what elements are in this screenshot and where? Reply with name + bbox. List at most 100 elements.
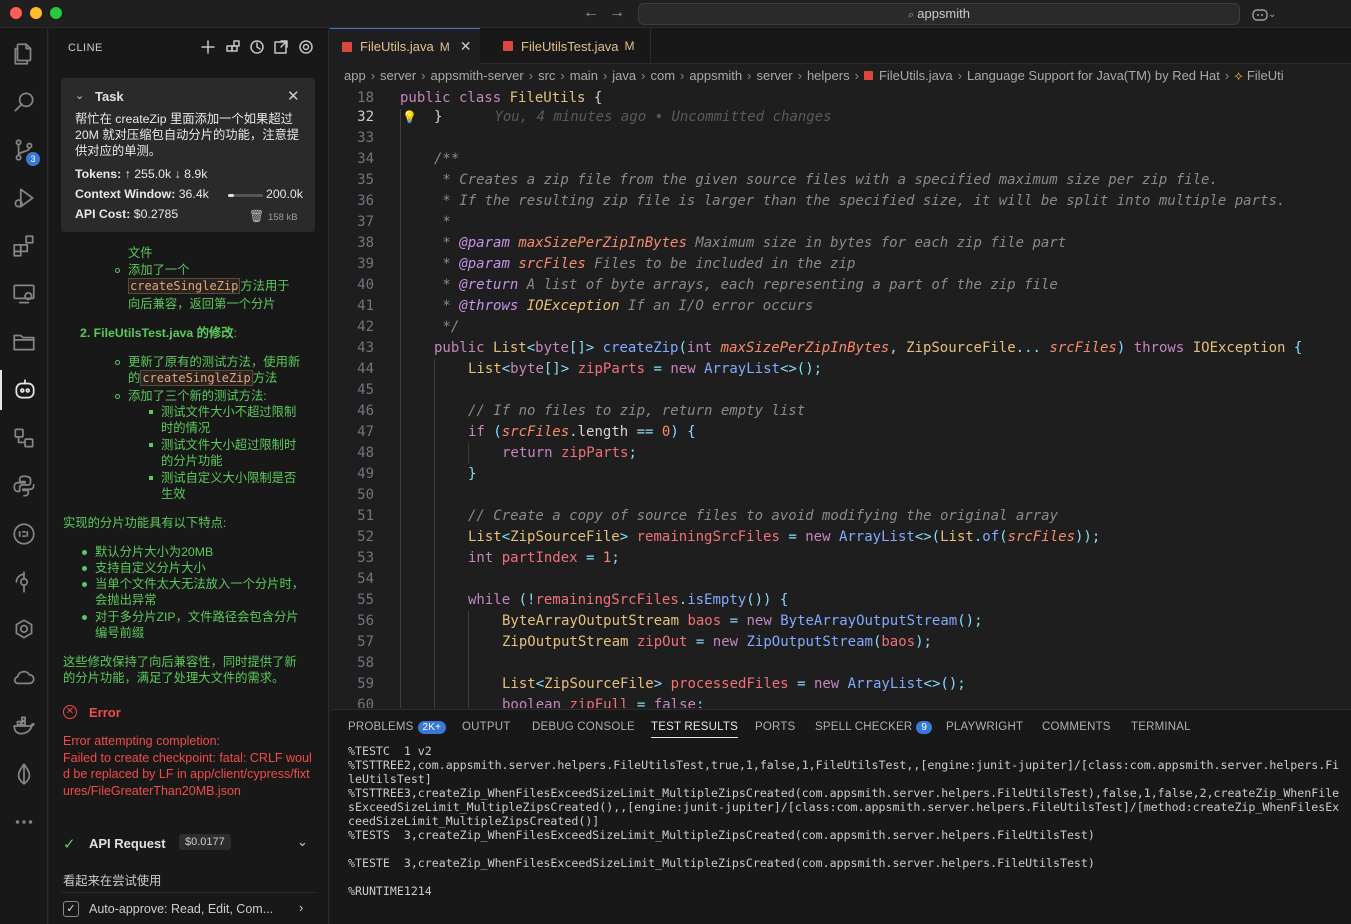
command-center-search[interactable]: ⌕ appsmith: [638, 3, 1240, 25]
tab-spell-checker[interactable]: SPELL CHECKER9: [815, 721, 932, 734]
breadcrumb-item[interactable]: main: [570, 68, 598, 83]
test-results-output[interactable]: %TESTC 1 v2 %TSTTREE2,com.appsmith.serve…: [348, 744, 1343, 898]
modified-indicator: M: [625, 39, 635, 53]
extensions-icon[interactable]: [0, 226, 48, 266]
history-icon[interactable]: [248, 38, 268, 58]
api-request-label[interactable]: API Request: [89, 836, 166, 851]
code-line: 33: [330, 128, 1351, 149]
forward-arrow-icon[interactable]: →: [607, 4, 627, 22]
source-control-icon[interactable]: 3: [0, 130, 48, 170]
new-task-icon[interactable]: [199, 38, 219, 58]
breadcrumb-item[interactable]: app: [344, 68, 366, 83]
chat-heading: 2. FileUtilsTest.java 的修改:: [80, 325, 237, 341]
copilot-icon[interactable]: ⌄: [1252, 5, 1282, 23]
tab-output[interactable]: OUTPUT: [462, 721, 510, 733]
json-icon[interactable]: [0, 514, 48, 554]
code-line: 54: [330, 569, 1351, 590]
task-description: 帮忙在 createZip 里面添加一个如果超过20M 就对压缩包自动分片的功能…: [75, 111, 309, 159]
tab-fileutilstest[interactable]: FileUtilsTest.java M: [481, 28, 651, 64]
tab-test-results[interactable]: TEST RESULTS: [651, 721, 738, 738]
breadcrumb-item[interactable]: helpers: [807, 68, 850, 83]
breadcrumb-item[interactable]: src: [538, 68, 555, 83]
trash-icon[interactable]: 🗑: [249, 209, 264, 223]
breadcrumb-item[interactable]: com: [650, 68, 675, 83]
mongodb-icon[interactable]: [0, 754, 48, 794]
task-card: ⌄ Task ✕ 帮忙在 createZip 里面添加一个如果超过20M 就对压…: [61, 78, 315, 232]
auto-approve-checkbox[interactable]: ✓: [63, 901, 79, 917]
tab-ports[interactable]: PORTS: [755, 721, 795, 733]
code-editor[interactable]: 18public class FileUtils { 32💡}You, 4 mi…: [330, 88, 1351, 708]
chat-text: 会抛出异常: [95, 592, 157, 608]
more-icon[interactable]: [0, 802, 48, 842]
checkmark-icon: ✓: [63, 835, 76, 853]
run-debug-icon[interactable]: [0, 178, 48, 218]
scm-count-badge: 3: [26, 152, 40, 166]
code-line: 59List<ZipSourceFile> processedFiles = n…: [330, 674, 1351, 695]
bottom-panel: PROBLEMS2K+ OUTPUT DEBUG CONSOLE TEST RE…: [330, 709, 1351, 924]
tab-comments[interactable]: COMMENTS: [1042, 721, 1111, 733]
breadcrumb-item[interactable]: appsmith: [689, 68, 742, 83]
chat-text: createSingleZip方法用于: [128, 278, 290, 294]
java-file-icon: [864, 71, 873, 80]
explorer-icon[interactable]: [0, 34, 48, 74]
code-line: 49}: [330, 464, 1351, 485]
remote-explorer-icon[interactable]: [0, 274, 48, 314]
code-line: 45: [330, 380, 1351, 401]
auto-approve-bar[interactable]: ✓ Auto-approve: Read, Edit, Com... ›: [61, 892, 317, 922]
kubernetes-icon[interactable]: [0, 610, 48, 650]
tab-label: FileUtilsTest.java: [521, 39, 619, 54]
code-line: 41 * @throws IOException If an I/O error…: [330, 296, 1351, 317]
code-line: 56ByteArrayOutputStream baos = new ByteA…: [330, 611, 1351, 632]
tab-fileutils[interactable]: FileUtils.java M ✕: [330, 28, 480, 64]
popout-icon[interactable]: [272, 38, 292, 58]
maximize-window-button[interactable]: [50, 7, 62, 19]
code-line: 32💡}You, 4 minutes ago • Uncommitted cha…: [330, 107, 1351, 128]
code-line: 48return zipParts;: [330, 443, 1351, 464]
close-window-button[interactable]: [10, 7, 22, 19]
docker-icon[interactable]: [0, 706, 48, 746]
breadcrumb-item[interactable]: FileUti: [1247, 68, 1284, 83]
task-title: Task: [95, 89, 124, 104]
code-line: 47if (srcFiles.length == 0) {: [330, 422, 1351, 443]
close-icon[interactable]: ✕: [287, 87, 300, 105]
tab-debug-console[interactable]: DEBUG CONSOLE: [532, 721, 635, 733]
search-icon[interactable]: [0, 82, 48, 122]
git-graph-icon[interactable]: [0, 418, 48, 458]
chevron-down-icon[interactable]: ⌄: [75, 89, 84, 102]
chevron-right-icon[interactable]: ›: [299, 900, 303, 915]
minimize-window-button[interactable]: [30, 7, 42, 19]
code-line: 34/**: [330, 149, 1351, 170]
python-icon[interactable]: [0, 466, 48, 506]
sidebar-title: CLINE: [68, 42, 103, 54]
back-arrow-icon[interactable]: ←: [581, 4, 601, 22]
cloud-icon[interactable]: [0, 658, 48, 698]
breadcrumb-separator-icon: ›: [641, 68, 645, 83]
breadcrumb-item[interactable]: server: [380, 68, 416, 83]
indent-guide: [468, 611, 469, 708]
chevron-down-icon[interactable]: ⌄: [297, 834, 308, 850]
tokens-row: Tokens: ↑ 255.0k ↓ 8.9k: [75, 167, 207, 181]
mcp-servers-icon[interactable]: [224, 38, 244, 58]
list-bullet: [82, 566, 87, 571]
gitlens-icon[interactable]: [0, 562, 48, 602]
cline-icon[interactable]: [0, 370, 48, 410]
breadcrumb-item[interactable]: FileUtils.java: [879, 68, 953, 83]
breadcrumb-item[interactable]: appsmith-server: [431, 68, 524, 83]
breadcrumb-item[interactable]: server: [756, 68, 792, 83]
code-line: 40 * @return A list of byte arrays, each…: [330, 275, 1351, 296]
error-message: Error attempting completion: Failed to c…: [63, 733, 313, 799]
spell-checker-count-badge: 9: [916, 721, 932, 734]
breadcrumb-item[interactable]: Language Support for Java(TM) by Red Hat: [967, 68, 1220, 83]
breadcrumb-separator-icon: ›: [680, 68, 684, 83]
close-icon[interactable]: ✕: [460, 38, 472, 55]
lightbulb-icon[interactable]: 💡: [402, 107, 417, 128]
tab-terminal[interactable]: TERMINAL: [1131, 721, 1191, 733]
list-bullet: [149, 410, 153, 414]
folder-icon[interactable]: [0, 322, 48, 362]
breadcrumb: app›server›appsmith-server›src›main›java…: [330, 64, 1351, 88]
breadcrumb-item[interactable]: java: [612, 68, 636, 83]
code-line: 35 * Creates a zip file from the given s…: [330, 170, 1351, 191]
settings-gear-icon[interactable]: [297, 38, 317, 58]
tab-playwright[interactable]: PLAYWRIGHT: [946, 721, 1023, 733]
tab-problems[interactable]: PROBLEMS2K+: [348, 721, 446, 734]
